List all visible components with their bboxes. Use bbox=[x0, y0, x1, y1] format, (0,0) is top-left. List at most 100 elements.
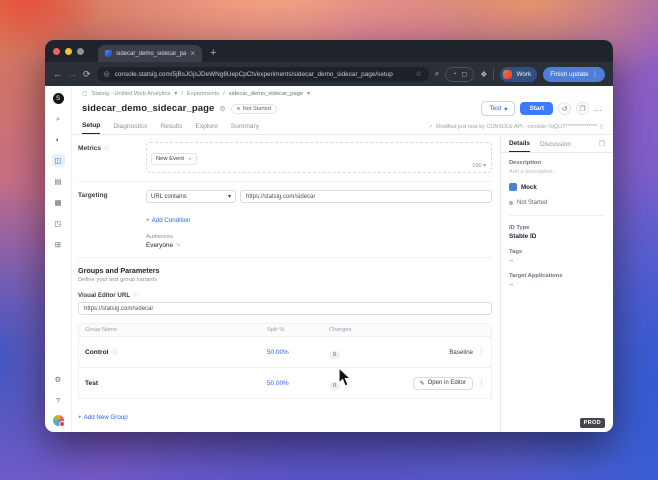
chevron-down-icon: ▾ bbox=[228, 193, 231, 200]
open-in-editor-label: Open in Editor bbox=[428, 380, 466, 386]
browser-profile-chip[interactable]: Work bbox=[500, 67, 537, 82]
nav-dynamic-config-icon[interactable]: ▤ bbox=[52, 175, 65, 188]
profile-circle-icon[interactable]: ◻ bbox=[461, 70, 467, 78]
settings-gear-icon[interactable]: ⚙ bbox=[52, 373, 65, 386]
table-row-test[interactable]: Test 50.00% 0 ✎ Open in Editor ⋮ bbox=[79, 368, 491, 399]
group-split[interactable]: 50.00% bbox=[267, 380, 329, 387]
site-info-icon[interactable]: ◎ bbox=[104, 70, 110, 78]
new-tab-button[interactable]: + bbox=[210, 47, 216, 59]
info-icon[interactable]: ⓘ bbox=[111, 348, 117, 356]
minimize-window-button[interactable] bbox=[65, 48, 72, 55]
table-row-control[interactable]: Control ⓘ 50.00% 0 Baseline ⋮ bbox=[79, 337, 491, 368]
nav-metrics-icon[interactable]: ▦ bbox=[52, 196, 65, 209]
metrics-dropzone[interactable]: New Event × 100 ▾ bbox=[146, 142, 492, 173]
toolbar-divider bbox=[493, 68, 494, 80]
finish-update-button[interactable]: Finish update ⋮ bbox=[543, 67, 605, 82]
status-dot bbox=[509, 201, 513, 205]
bookmark-star-icon[interactable]: ☆ bbox=[415, 70, 421, 78]
info-icon[interactable]: ⓘ bbox=[104, 144, 110, 152]
add-condition-link[interactable]: + Add Condition bbox=[146, 217, 191, 224]
pip-icon[interactable]: ◔ bbox=[452, 71, 456, 78]
tab-title: sidecar_demo_sidecar_pag... bbox=[116, 51, 186, 57]
expand-panel-icon[interactable]: ❐ bbox=[599, 140, 605, 152]
setup-form: Metrics ⓘ New Event × 100 ▾ bbox=[72, 135, 500, 432]
user-avatar[interactable] bbox=[53, 415, 64, 426]
browser-tab[interactable]: sidecar_demo_sidecar_pag... × bbox=[98, 45, 202, 62]
address-bar[interactable]: ◎ console.statsig.com/5jBsJGjsJDeWNg6Uep… bbox=[97, 67, 429, 82]
search-icon[interactable]: ⌕ bbox=[435, 69, 439, 79]
section-divider bbox=[78, 257, 492, 258]
more-options-icon[interactable]: … bbox=[594, 104, 603, 113]
col-changes: Changes bbox=[329, 327, 381, 333]
reload-icon[interactable]: ⟳ bbox=[83, 70, 91, 79]
page-header: ▢ Statsig - Unified Web Analytics ▾ / Ex… bbox=[72, 86, 613, 116]
nav-ingestion-icon[interactable]: ⊞ bbox=[52, 238, 65, 251]
tab-details[interactable]: Details bbox=[509, 140, 530, 152]
tab-explore[interactable]: Explore bbox=[195, 123, 217, 134]
row-menu-icon[interactable]: ⋮ bbox=[473, 348, 485, 356]
history-icon[interactable]: ↺ bbox=[558, 102, 571, 115]
tab-favicon bbox=[105, 50, 112, 57]
tab-results[interactable]: Results bbox=[160, 123, 182, 134]
nav-gates-icon[interactable]: ◐ bbox=[52, 133, 65, 146]
target-apps-label: Target Applications bbox=[509, 273, 605, 279]
visual-editor-url-input[interactable]: https://statsig.com/sidecar bbox=[78, 302, 492, 315]
start-button[interactable]: Start bbox=[520, 102, 553, 115]
zoom-window-button[interactable] bbox=[77, 48, 84, 55]
browser-tab-bar: sidecar_demo_sidecar_pag... × + bbox=[45, 40, 613, 62]
group-changes: 0 bbox=[329, 374, 381, 392]
nav-search-icon[interactable]: ⌕ bbox=[52, 112, 65, 125]
open-in-editor-button[interactable]: ✎ Open in Editor bbox=[413, 377, 473, 390]
details-panel: Details Discussion ❐ Description Add a d… bbox=[500, 135, 613, 432]
browser-toolbar: ← → ⟳ ◎ console.statsig.com/5jBsJGjsJDeW… bbox=[45, 62, 613, 86]
page-title: sidecar_demo_sidecar_page bbox=[82, 103, 214, 114]
statsig-logo[interactable]: S bbox=[53, 93, 64, 104]
extensions-icon[interactable]: ❖ bbox=[480, 70, 487, 79]
tab-summary[interactable]: Summary bbox=[231, 123, 259, 134]
statsig-console-page: S ⌕ ◐ ◫ ▤ ▦ ◳ ⊞ ⚙ ? ▢ Statsig - Unified … bbox=[45, 86, 613, 432]
breadcrumb-sep: / bbox=[223, 91, 225, 97]
nav-experiments-icon[interactable]: ◫ bbox=[52, 154, 65, 167]
info-icon[interactable]: ⓘ bbox=[133, 291, 139, 299]
tab-diagnostics[interactable]: Diagnostics bbox=[113, 123, 147, 134]
breadcrumb-experiments[interactable]: Experiments bbox=[187, 91, 219, 97]
tab-close-icon[interactable]: × bbox=[190, 50, 195, 58]
clone-icon[interactable]: ❐ bbox=[576, 102, 589, 115]
tab-discussion[interactable]: Discussion bbox=[540, 141, 571, 152]
metric-chip[interactable]: New Event × bbox=[151, 153, 197, 165]
forward-icon[interactable]: → bbox=[68, 70, 77, 79]
group-split[interactable]: 50.00% bbox=[267, 349, 329, 356]
tab-group-pill[interactable]: ◔ ◻ bbox=[445, 67, 474, 82]
add-new-group-link[interactable]: + Add New Group bbox=[78, 414, 128, 421]
condition-type-select[interactable]: URL contains ▾ bbox=[146, 190, 236, 203]
col-group-name: Group Name bbox=[85, 327, 267, 333]
panel-toggle-icon[interactable]: ▯ bbox=[600, 124, 603, 130]
groups-heading: Groups and Parameters bbox=[78, 266, 492, 275]
section-divider bbox=[78, 181, 492, 182]
nav-users-icon[interactable]: ◳ bbox=[52, 217, 65, 230]
group-changes: 0 bbox=[329, 343, 381, 361]
tab-setup[interactable]: Setup bbox=[82, 122, 100, 134]
remove-metric-icon[interactable]: × bbox=[188, 156, 192, 163]
condition-value-input[interactable]: https://statsig.com/sidecar bbox=[240, 190, 492, 203]
chevron-down-icon[interactable]: ▾ bbox=[174, 91, 177, 97]
metrics-counter[interactable]: 100 ▾ bbox=[472, 163, 486, 169]
description-placeholder[interactable]: Add a description... bbox=[509, 169, 605, 175]
test-button[interactable]: Test ▾ bbox=[481, 101, 515, 116]
update-menu-dots-icon[interactable]: ⋮ bbox=[592, 70, 598, 78]
experiment-settings-icon[interactable]: ⚙ bbox=[219, 105, 225, 113]
back-icon[interactable]: ← bbox=[53, 70, 62, 79]
group-action: ✎ Open in Editor bbox=[381, 377, 473, 390]
description-label: Description bbox=[509, 160, 605, 166]
close-window-button[interactable] bbox=[53, 48, 60, 55]
creator-name: Mock bbox=[521, 184, 537, 191]
chevron-down-icon[interactable]: ▾ bbox=[307, 91, 310, 97]
row-menu-icon[interactable]: ⋮ bbox=[473, 379, 485, 387]
panel-divider bbox=[509, 215, 605, 216]
audiences-value-text: Everyone bbox=[146, 242, 173, 249]
edit-icon[interactable]: ✎ bbox=[176, 243, 181, 249]
help-icon[interactable]: ? bbox=[52, 394, 65, 407]
breadcrumb-current-page[interactable]: sidecar_demo_sidecar_page bbox=[229, 91, 303, 97]
breadcrumb-project[interactable]: Statsig - Unified Web Analytics bbox=[91, 91, 170, 97]
creator-avatar bbox=[509, 183, 517, 191]
